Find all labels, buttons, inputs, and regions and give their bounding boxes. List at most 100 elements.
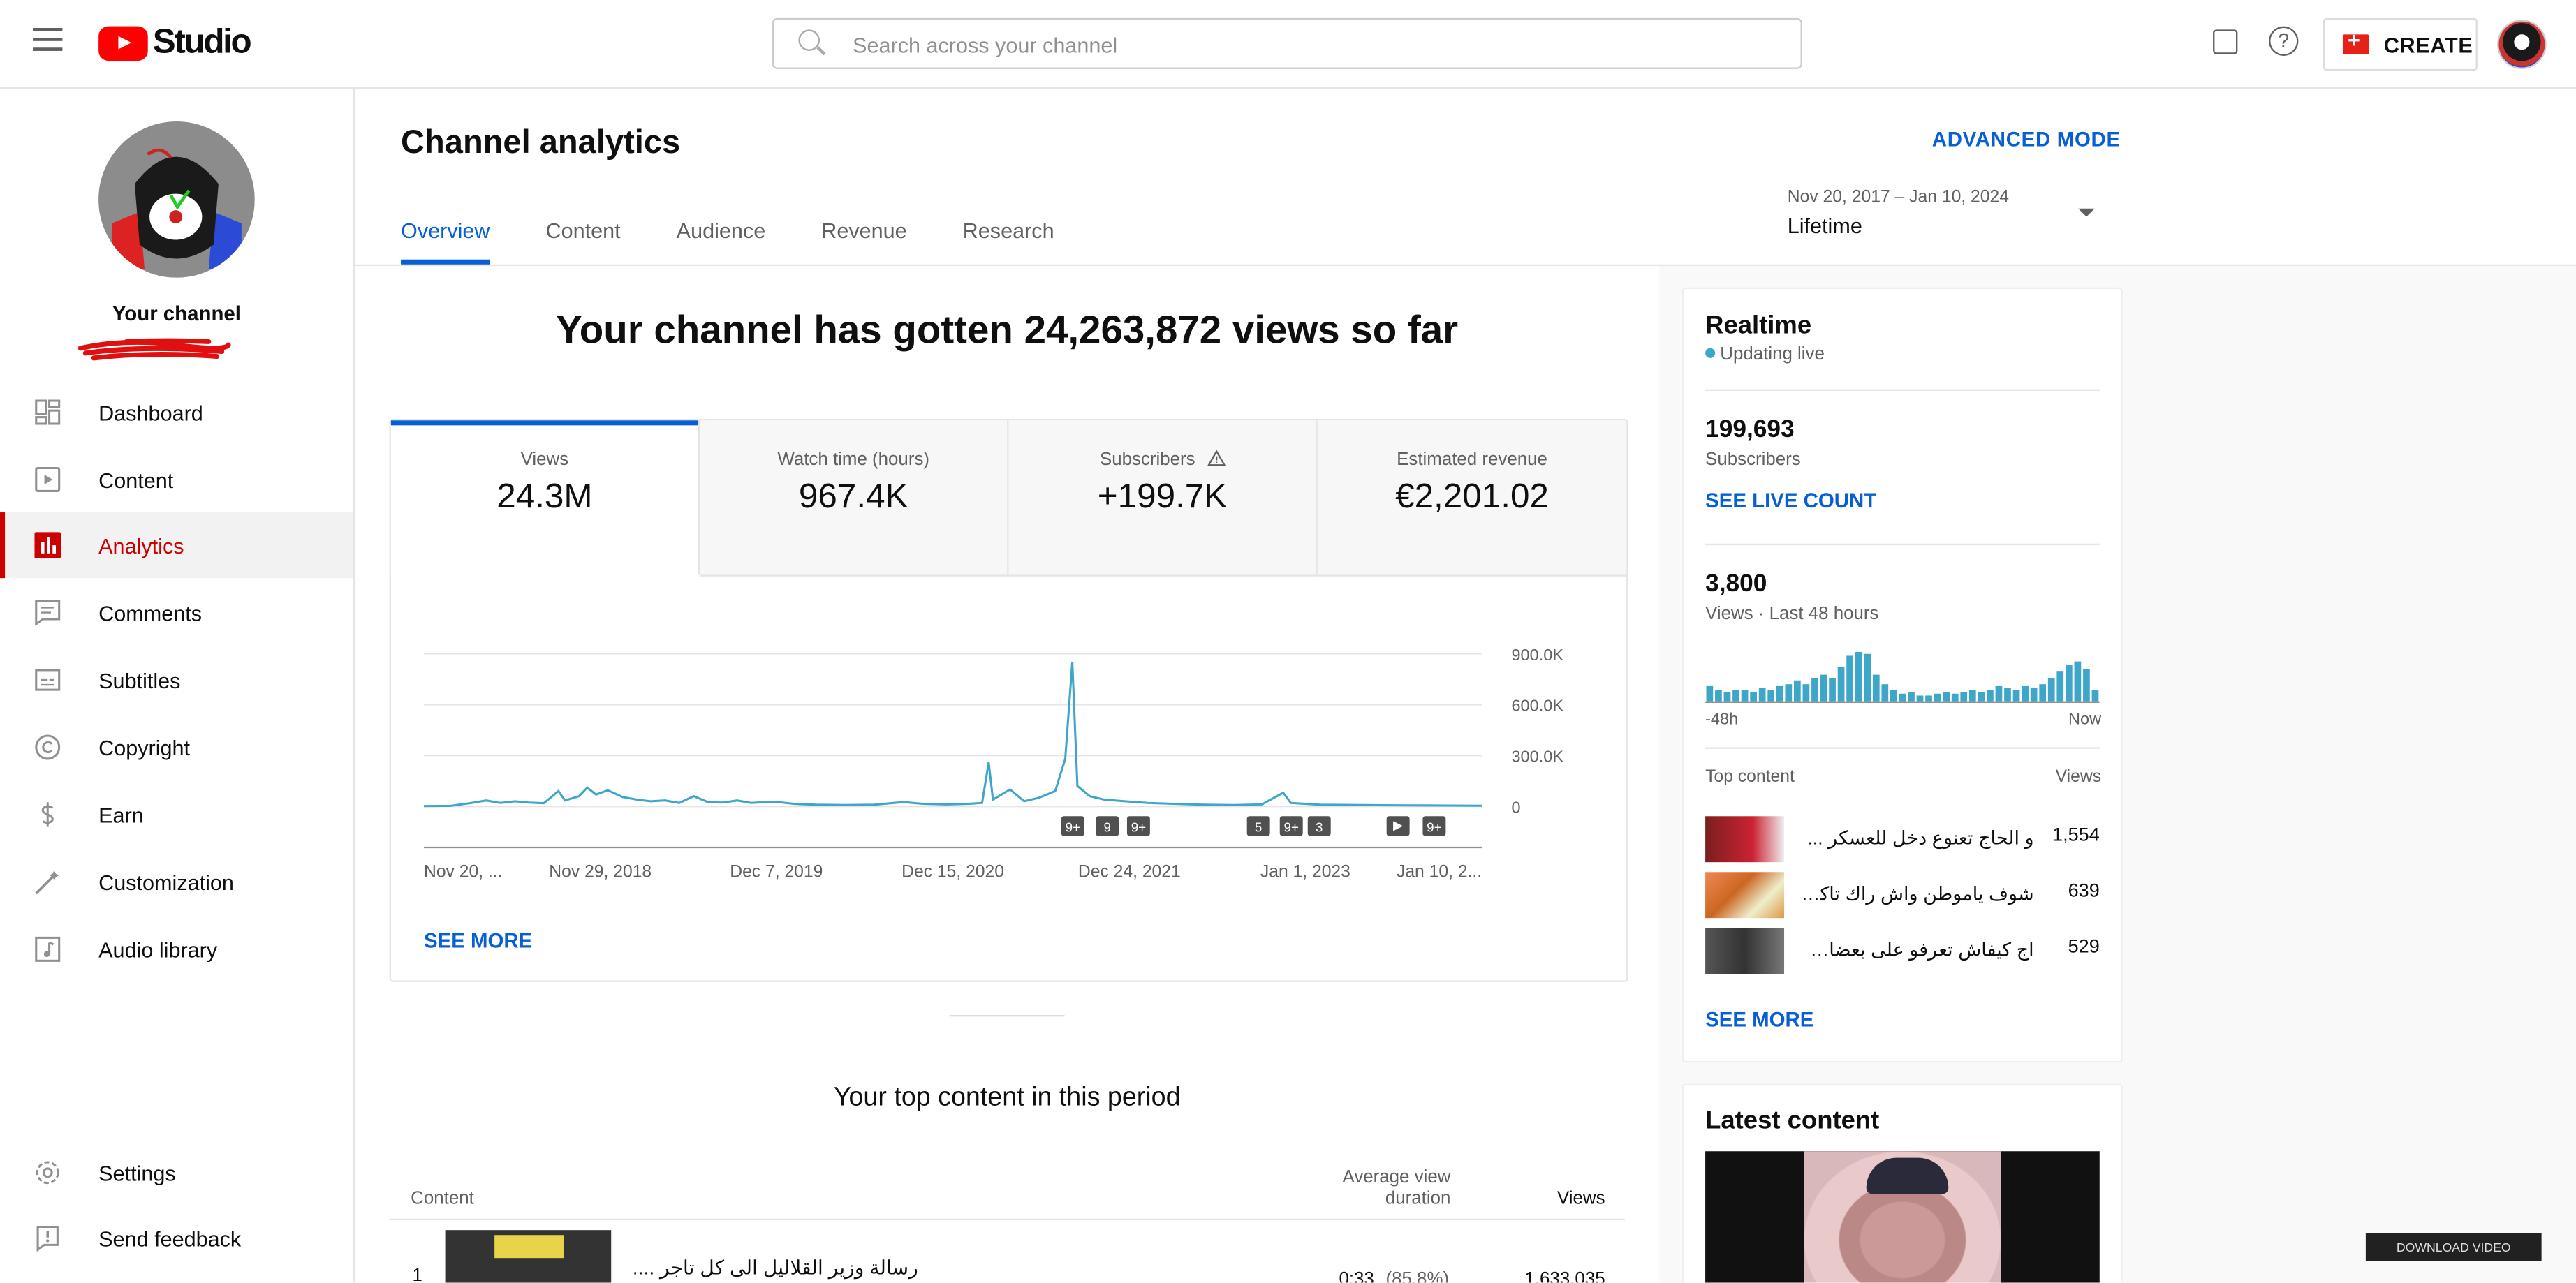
realtime-bar[interactable] — [2065, 665, 2073, 702]
realtime-bar[interactable] — [1943, 692, 1950, 702]
sidebar-item-dashboard[interactable]: Dashboard — [0, 379, 353, 445]
realtime-bar[interactable] — [2074, 661, 2082, 702]
advanced-mode-link[interactable]: ADVANCED MODE — [1932, 128, 2121, 151]
views-line-chart[interactable]: 0 300.0K 600.0K 900.0K Nov 20, ... Nov 29, 20… — [391, 618, 1626, 897]
date-range-picker[interactable]: Nov 20, 2017 – Jan 10, 2024 Lifetime — [1788, 187, 2124, 238]
latest-content-title: Latest content — [1705, 1106, 1880, 1135]
column-header-views[interactable]: Views — [1523, 1189, 1605, 1208]
realtime-views-bar-chart[interactable] — [1705, 647, 2100, 703]
realtime-bar[interactable] — [1934, 693, 1941, 702]
realtime-bar[interactable] — [1925, 695, 1932, 702]
realtime-bar[interactable] — [1978, 692, 1985, 702]
table-header: Content Average view duration Views — [389, 1153, 1625, 1221]
realtime-bar[interactable] — [1899, 693, 1906, 702]
sidebar-item-audio-library[interactable]: Audio library — [0, 917, 353, 982]
sidebar-item-content[interactable]: Content — [0, 447, 353, 512]
table-row[interactable]: 1 رسالة وزير القلاليل الى كل تاجر .... 0… — [390, 1220, 1625, 1283]
list-item[interactable]: اج كيفاش تعرفو على بعضاهم... 529 — [1705, 928, 2100, 974]
sidebar-item-label: Copyright — [98, 734, 191, 760]
views-series-line[interactable] — [423, 662, 1482, 808]
tab-research[interactable]: Research — [963, 218, 1054, 265]
realtime-bar[interactable] — [2091, 690, 2099, 702]
realtime-bar[interactable] — [2030, 688, 2038, 702]
channel-avatar[interactable] — [98, 121, 255, 278]
see-more-link[interactable]: SEE MORE — [424, 930, 532, 953]
realtime-bar[interactable] — [1776, 685, 1783, 702]
realtime-bar[interactable] — [1741, 690, 1749, 702]
your-channel-label[interactable]: Your channel — [0, 302, 353, 325]
youtube-studio-logo[interactable]: Studio — [98, 23, 252, 61]
sidebar-item-subtitles[interactable]: Subtitles — [0, 647, 353, 713]
tab-revenue[interactable]: Revenue — [821, 218, 906, 265]
create-button[interactable]: CREATE — [2323, 17, 2478, 71]
realtime-bar[interactable] — [1723, 692, 1731, 702]
realtime-bar[interactable] — [2039, 684, 2047, 702]
realtime-bar[interactable] — [1855, 652, 1862, 702]
kpi-label-text: Subscribers — [1099, 450, 1195, 470]
warning-icon[interactable] — [1206, 450, 1226, 467]
feedback-icon[interactable] — [2213, 29, 2238, 54]
list-item[interactable]: و الحاج تعنوع دخل للعسكر ... 1,554 — [1705, 816, 2100, 863]
realtime-bar[interactable] — [1732, 690, 1739, 702]
help-icon[interactable]: ? — [2269, 26, 2299, 56]
list-item[interactable]: شوف ياموطن واش راك تاكل... 639 — [1705, 872, 2100, 919]
tab-overview[interactable]: Overview — [401, 218, 490, 265]
views-headline: Your channel has gotten 24,263,872 views… — [556, 309, 1459, 353]
sidebar-item-copyright[interactable]: Copyright — [0, 714, 353, 780]
sidebar-item-send-feedback[interactable]: Send feedback — [0, 1206, 353, 1271]
realtime-bar[interactable] — [1908, 692, 1915, 702]
see-live-count-link[interactable]: SEE LIVE COUNT — [1705, 489, 1876, 512]
realtime-bar[interactable] — [1758, 688, 1766, 702]
kpi-watch-time-tab[interactable]: Watch time (hours) 967.4K — [700, 420, 1009, 577]
download-video-button[interactable]: DOWNLOAD VIDEO — [2365, 1233, 2542, 1261]
realtime-bar[interactable] — [1837, 667, 1845, 702]
realtime-bar[interactable] — [1872, 674, 1880, 702]
see-more-link[interactable]: SEE MORE — [1705, 1009, 1813, 1032]
realtime-bar[interactable] — [2083, 669, 2090, 702]
search-input[interactable] — [849, 27, 1776, 61]
video-thumbnail[interactable] — [445, 1230, 612, 1283]
realtime-bar[interactable] — [2047, 678, 2055, 702]
sidebar-item-earn[interactable]: Earn — [0, 782, 353, 847]
realtime-bar[interactable] — [2012, 690, 2020, 702]
realtime-bar[interactable] — [1750, 692, 1757, 702]
realtime-bar[interactable] — [1715, 690, 1722, 702]
realtime-bar[interactable] — [1820, 674, 1827, 702]
realtime-bar[interactable] — [2056, 671, 2064, 702]
realtime-bar[interactable] — [2004, 688, 2011, 702]
realtime-bar[interactable] — [1960, 692, 1968, 702]
latest-video-thumbnail[interactable] — [1705, 1151, 2100, 1283]
sidebar-item-analytics[interactable]: Analytics — [0, 512, 353, 579]
menu-icon[interactable] — [33, 27, 63, 51]
upload-marker-count: 9 — [1103, 820, 1110, 835]
realtime-bar[interactable] — [1829, 678, 1836, 702]
realtime-bar[interactable] — [1987, 690, 1994, 702]
realtime-bar[interactable] — [1864, 653, 1871, 702]
kpi-subscribers-tab[interactable]: Subscribers +199.7K — [1008, 420, 1318, 577]
realtime-bar[interactable] — [1995, 685, 2003, 702]
realtime-bar[interactable] — [1846, 655, 1853, 702]
sidebar-item-customization[interactable]: Customization — [0, 849, 353, 914]
sidebar-item-label: Settings — [98, 1160, 176, 1185]
sidebar-item-settings[interactable]: Settings — [0, 1140, 353, 1206]
realtime-bar[interactable] — [1802, 684, 1810, 702]
tab-content[interactable]: Content — [546, 218, 621, 265]
realtime-bar[interactable] — [1793, 680, 1801, 702]
realtime-bar[interactable] — [1881, 684, 1889, 702]
account-avatar[interactable] — [2497, 20, 2547, 69]
realtime-bar[interactable] — [1706, 685, 1714, 702]
realtime-bar[interactable] — [2022, 685, 2029, 702]
tab-audience[interactable]: Audience — [677, 218, 766, 265]
realtime-bar[interactable] — [1811, 678, 1818, 702]
kpi-views-tab[interactable]: Views 24.3M — [390, 420, 700, 575]
search-bar[interactable] — [772, 17, 1802, 69]
realtime-bar[interactable] — [1951, 693, 1959, 702]
realtime-bar[interactable] — [1785, 684, 1793, 702]
realtime-bar[interactable] — [1890, 690, 1897, 702]
sidebar-item-comments[interactable]: Comments — [0, 580, 353, 646]
kpi-revenue-tab[interactable]: Estimated revenue €2,201.02 — [1317, 420, 1627, 577]
realtime-bar[interactable] — [1767, 690, 1775, 702]
video-title[interactable]: رسالة وزير القلاليل الى كل تاجر .... — [633, 1256, 918, 1280]
realtime-bar[interactable] — [1968, 690, 1976, 702]
realtime-bar[interactable] — [1916, 695, 1924, 702]
